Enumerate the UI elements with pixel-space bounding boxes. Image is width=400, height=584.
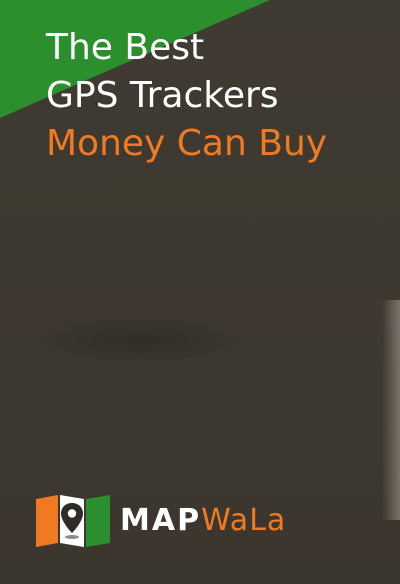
brand-name-map: MAP [120,503,202,538]
headline-line-1: The Best [46,27,205,68]
poster: The Best GPS Trackers Money Can Buy MAPW… [0,0,400,584]
headline-line-2: GPS Trackers [46,75,279,116]
location-pin-icon [36,495,110,547]
brand-wordmark: MAPWaLa [120,494,286,548]
headline: The Best GPS Trackers Money Can Buy [46,24,391,168]
headline-line-3: Money Can Buy [46,123,328,164]
brand-logo: MAPWaLa [36,494,286,548]
edge-highlight [382,300,400,520]
brand-name-wala: WaLa [201,503,287,538]
